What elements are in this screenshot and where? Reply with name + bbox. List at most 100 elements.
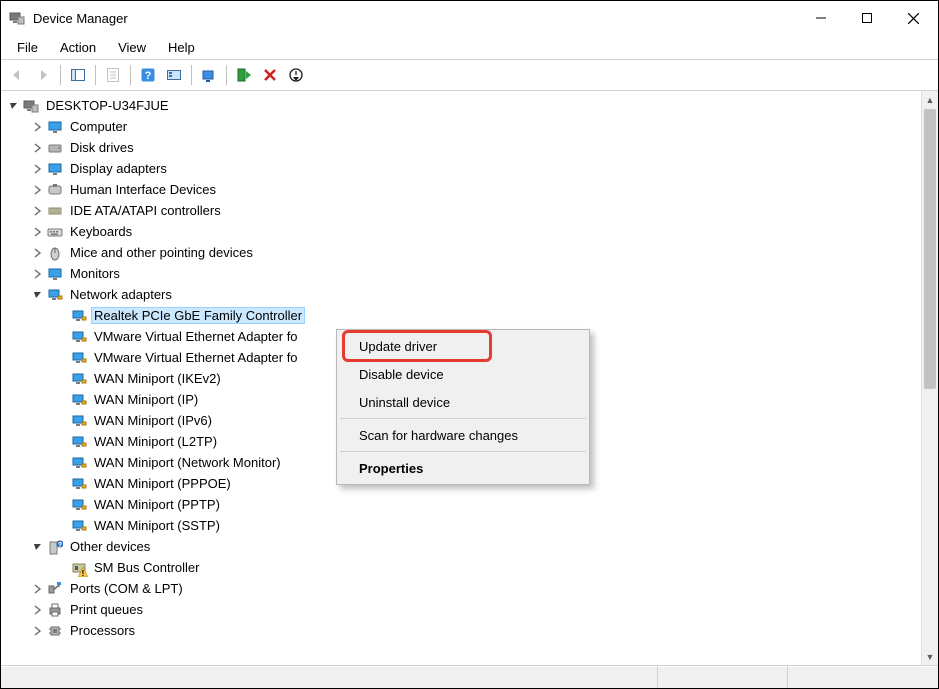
update-driver-button[interactable] bbox=[197, 63, 221, 87]
pci-warning-icon: ! bbox=[71, 560, 87, 576]
chevron-right-icon[interactable] bbox=[31, 141, 45, 155]
chevron-right-icon[interactable] bbox=[31, 582, 45, 596]
forward-button[interactable] bbox=[31, 63, 55, 87]
help-button[interactable]: ? bbox=[136, 63, 160, 87]
tree-device-label: WAN Miniport (SSTP) bbox=[91, 517, 223, 534]
menu-file[interactable]: File bbox=[7, 37, 48, 58]
tree-category-other[interactable]: ?Other devices bbox=[1, 536, 921, 557]
tree-category[interactable]: Computer bbox=[1, 116, 921, 137]
tree-device[interactable]: Realtek PCIe GbE Family Controller bbox=[1, 305, 921, 326]
tree-root-label: DESKTOP-U34FJUE bbox=[43, 97, 172, 114]
tree-category[interactable]: Keyboards bbox=[1, 221, 921, 242]
chevron-right-icon[interactable] bbox=[31, 204, 45, 218]
network-icon bbox=[71, 350, 87, 366]
tree-category[interactable]: Print queues bbox=[1, 599, 921, 620]
menu-action[interactable]: Action bbox=[50, 37, 106, 58]
window-buttons bbox=[798, 3, 936, 33]
chevron-right-icon[interactable] bbox=[31, 120, 45, 134]
app-icon bbox=[9, 10, 25, 26]
chevron-right-icon[interactable] bbox=[31, 162, 45, 176]
toolbar-separator bbox=[226, 65, 227, 85]
tree-category[interactable]: Disk drives bbox=[1, 137, 921, 158]
tree-device[interactable]: ! SM Bus Controller bbox=[1, 557, 921, 578]
enable-device-button[interactable] bbox=[232, 63, 256, 87]
menu-help[interactable]: Help bbox=[158, 37, 205, 58]
chevron-right-icon[interactable] bbox=[31, 267, 45, 281]
tree-category[interactable]: Mice and other pointing devices bbox=[1, 242, 921, 263]
cpu-icon bbox=[47, 623, 63, 639]
svg-text:?: ? bbox=[145, 70, 152, 82]
ctx-scan-hardware[interactable]: Scan for hardware changes bbox=[339, 421, 587, 449]
tree-category-label: Other devices bbox=[67, 538, 153, 555]
network-icon bbox=[71, 455, 87, 471]
show-hide-tree-button[interactable] bbox=[66, 63, 90, 87]
tree-device-label: WAN Miniport (IKEv2) bbox=[91, 370, 224, 387]
port-icon bbox=[47, 581, 63, 597]
tree-category-label: Disk drives bbox=[67, 139, 137, 156]
toolbar-separator bbox=[95, 65, 96, 85]
context-menu: Update driver Disable device Uninstall d… bbox=[336, 329, 590, 485]
tree-root[interactable]: DESKTOP-U34FJUE bbox=[1, 95, 921, 116]
chevron-right-icon[interactable] bbox=[31, 603, 45, 617]
back-button[interactable] bbox=[5, 63, 29, 87]
tree-category-network[interactable]: Network adapters bbox=[1, 284, 921, 305]
chevron-down-icon[interactable] bbox=[31, 540, 45, 554]
svg-text:!: ! bbox=[82, 569, 85, 577]
network-icon bbox=[71, 308, 87, 324]
tree-category[interactable]: Human Interface Devices bbox=[1, 179, 921, 200]
network-icon bbox=[71, 497, 87, 513]
computer-icon bbox=[23, 98, 39, 114]
network-icon bbox=[71, 518, 87, 534]
status-cell bbox=[658, 666, 788, 688]
minimize-button[interactable] bbox=[798, 3, 844, 33]
status-cell bbox=[1, 666, 658, 688]
vertical-scrollbar[interactable]: ▲ ▼ bbox=[921, 91, 938, 665]
tree-device-label: SM Bus Controller bbox=[91, 559, 202, 576]
scan-hardware-button[interactable] bbox=[162, 63, 186, 87]
scroll-thumb[interactable] bbox=[924, 109, 936, 389]
network-icon bbox=[71, 413, 87, 429]
disable-device-button[interactable] bbox=[284, 63, 308, 87]
chevron-down-icon[interactable] bbox=[7, 99, 21, 113]
chevron-right-icon[interactable] bbox=[31, 225, 45, 239]
scroll-up-icon[interactable]: ▲ bbox=[922, 91, 938, 108]
tree-device-label: WAN Miniport (PPPOE) bbox=[91, 475, 234, 492]
ide-icon bbox=[47, 203, 63, 219]
menu-view[interactable]: View bbox=[108, 37, 156, 58]
keyboard-icon bbox=[47, 224, 63, 240]
ctx-properties[interactable]: Properties bbox=[339, 454, 587, 482]
tree-category-label: Human Interface Devices bbox=[67, 181, 219, 198]
ctx-uninstall-device[interactable]: Uninstall device bbox=[339, 388, 587, 416]
tree-device-label: WAN Miniport (Network Monitor) bbox=[91, 454, 284, 471]
tree-device[interactable]: WAN Miniport (SSTP) bbox=[1, 515, 921, 536]
maximize-button[interactable] bbox=[844, 3, 890, 33]
close-button[interactable] bbox=[890, 3, 936, 33]
other-devices-icon: ? bbox=[47, 539, 63, 555]
tree-category-label: IDE ATA/ATAPI controllers bbox=[67, 202, 224, 219]
tree-category-label: Print queues bbox=[67, 601, 146, 618]
properties-button[interactable] bbox=[101, 63, 125, 87]
network-icon bbox=[71, 371, 87, 387]
tree-category-label: Computer bbox=[67, 118, 130, 135]
ctx-disable-device[interactable]: Disable device bbox=[339, 360, 587, 388]
network-icon bbox=[71, 392, 87, 408]
chevron-right-icon[interactable] bbox=[31, 183, 45, 197]
ctx-separator bbox=[340, 418, 586, 419]
statusbar bbox=[1, 666, 938, 688]
ctx-update-driver[interactable]: Update driver bbox=[339, 332, 587, 360]
tree-device[interactable]: WAN Miniport (PPTP) bbox=[1, 494, 921, 515]
tree-category[interactable]: Processors bbox=[1, 620, 921, 641]
tree-category[interactable]: Display adapters bbox=[1, 158, 921, 179]
scroll-down-icon[interactable]: ▼ bbox=[922, 648, 938, 665]
chevron-right-icon[interactable] bbox=[31, 624, 45, 638]
tree-device-label: Realtek PCIe GbE Family Controller bbox=[91, 307, 305, 324]
menubar: File Action View Help bbox=[1, 35, 938, 59]
network-icon bbox=[71, 434, 87, 450]
tree-category[interactable]: IDE ATA/ATAPI controllers bbox=[1, 200, 921, 221]
tree-category[interactable]: Monitors bbox=[1, 263, 921, 284]
chevron-down-icon[interactable] bbox=[31, 288, 45, 302]
tree-category[interactable]: Ports (COM & LPT) bbox=[1, 578, 921, 599]
uninstall-device-button[interactable] bbox=[258, 63, 282, 87]
chevron-right-icon[interactable] bbox=[31, 246, 45, 260]
monitor-icon bbox=[47, 119, 63, 135]
